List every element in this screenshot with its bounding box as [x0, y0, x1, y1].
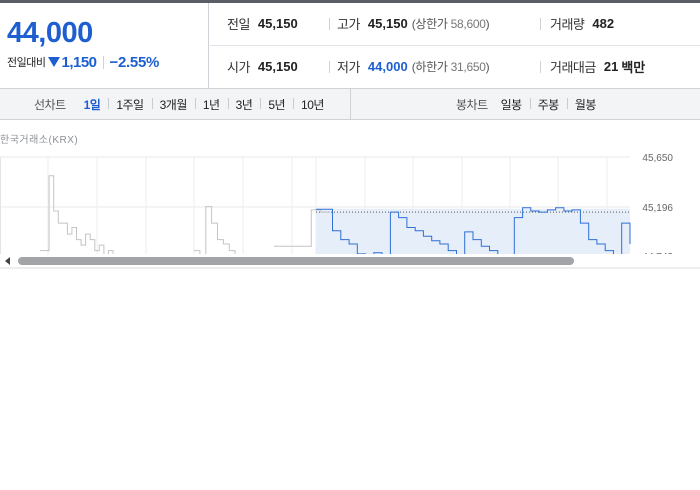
stat-label: 거래대금	[550, 59, 596, 75]
price-summary: 44,000 전일대비 1,150 −2.55% 전일 45,150 고가 45…	[0, 3, 700, 89]
lower-limit-label: 하한가	[415, 59, 448, 74]
y-tick-label: 45,650	[642, 153, 673, 164]
stat-trade-amount: 거래대금 21 백만	[550, 57, 645, 75]
stat-high: 고가 45,150 (상한가 58,600)	[337, 14, 490, 32]
period-tab-5[interactable]: 5년	[260, 96, 293, 113]
upper-limit-value: 58,600	[450, 16, 486, 31]
candle-chart-periods: 봉차트 일봉 주봉 월봉	[351, 89, 700, 119]
period-tab-0[interactable]: 1일	[76, 96, 109, 113]
current-price: 44,000	[7, 17, 93, 49]
down-arrow-icon	[48, 57, 61, 67]
period-tab-3[interactable]: 1년	[194, 96, 228, 113]
divider	[329, 61, 330, 73]
candle-chart-title: 봉차트	[456, 97, 488, 112]
period-tab-4[interactable]: 3년	[227, 96, 261, 113]
price-change-row: 전일대비 1,150 −2.55%	[7, 53, 159, 71]
divider	[210, 45, 700, 46]
stat-unit: 백만	[621, 59, 646, 75]
upper-limit: (상한가 58,600)	[411, 16, 490, 31]
stat-prev-close: 전일 45,150	[227, 14, 298, 32]
current-price-box: 44,000 전일대비 1,150 −2.55%	[0, 3, 209, 89]
stat-value: 44,000	[367, 58, 408, 74]
change-label: 전일대비	[7, 57, 46, 69]
stat-label: 저가	[337, 59, 360, 75]
divider	[540, 18, 541, 30]
lower-limit-value: 31,650	[450, 59, 486, 74]
lower-limit: (하한가 31,650)	[411, 59, 490, 74]
scroll-left-icon[interactable]	[5, 257, 10, 265]
series-line-0	[40, 175, 114, 254]
period-tab-6[interactable]: 10년	[293, 96, 332, 113]
today-area	[316, 208, 630, 254]
change-value: 1,150	[61, 53, 97, 71]
stat-volume: 거래량 482	[550, 14, 614, 32]
stat-value: 45,150	[257, 15, 298, 31]
stat-low: 저가 44,000 (하한가 31,650)	[337, 57, 490, 75]
line-period-list: 1일 1주일 3개월 1년 3년 5년 10년	[76, 96, 332, 113]
divider	[0, 267, 700, 269]
stat-open: 시가 45,150	[227, 57, 298, 75]
chart-period-toolbar: 선차트 1일 1주일 3개월 1년 3년 5년 10년 봉차트 일봉 주봉 월봉	[0, 89, 700, 120]
divider	[540, 61, 541, 73]
stat-label: 시가	[227, 59, 250, 75]
stat-value: 45,150	[367, 15, 408, 31]
stat-label: 거래량	[550, 16, 585, 32]
stat-value: 482	[592, 15, 615, 31]
candle-period-list: 일봉 주봉 월봉	[493, 96, 604, 113]
stat-label: 전일	[227, 16, 250, 32]
scroll-thumb[interactable]	[18, 257, 574, 265]
upper-limit-label: 상한가	[415, 16, 448, 31]
stat-label: 고가	[337, 16, 360, 32]
period-tab-2[interactable]: 3개월	[151, 96, 195, 113]
price-chart: 한국거래소(KRX) 45,65045,19644,742	[0, 120, 700, 270]
price-stats: 전일 45,150 고가 45,150 (상한가 58,600) 거래량 482…	[210, 3, 700, 89]
period-tab-1[interactable]: 1주일	[108, 96, 151, 113]
candle-tab-0[interactable]: 일봉	[493, 96, 530, 113]
candle-tab-1[interactable]: 주봉	[529, 96, 567, 113]
line-chart-periods: 선차트 1일 1주일 3개월 1년 3년 5년 10년	[0, 89, 351, 119]
candle-tab-2[interactable]: 월봉	[566, 96, 604, 113]
line-chart-title: 선차트	[34, 97, 66, 112]
stat-value: 21	[603, 58, 619, 74]
divider	[102, 55, 104, 69]
divider	[329, 18, 330, 30]
series-line-1	[194, 206, 236, 254]
stat-value: 45,150	[257, 58, 298, 74]
chart-scrollbar[interactable]	[0, 254, 700, 268]
line-chart-svg: 45,65045,19644,742	[0, 153, 673, 254]
y-tick-label: 45,196	[642, 203, 673, 214]
change-rate: −2.55%	[109, 53, 160, 71]
